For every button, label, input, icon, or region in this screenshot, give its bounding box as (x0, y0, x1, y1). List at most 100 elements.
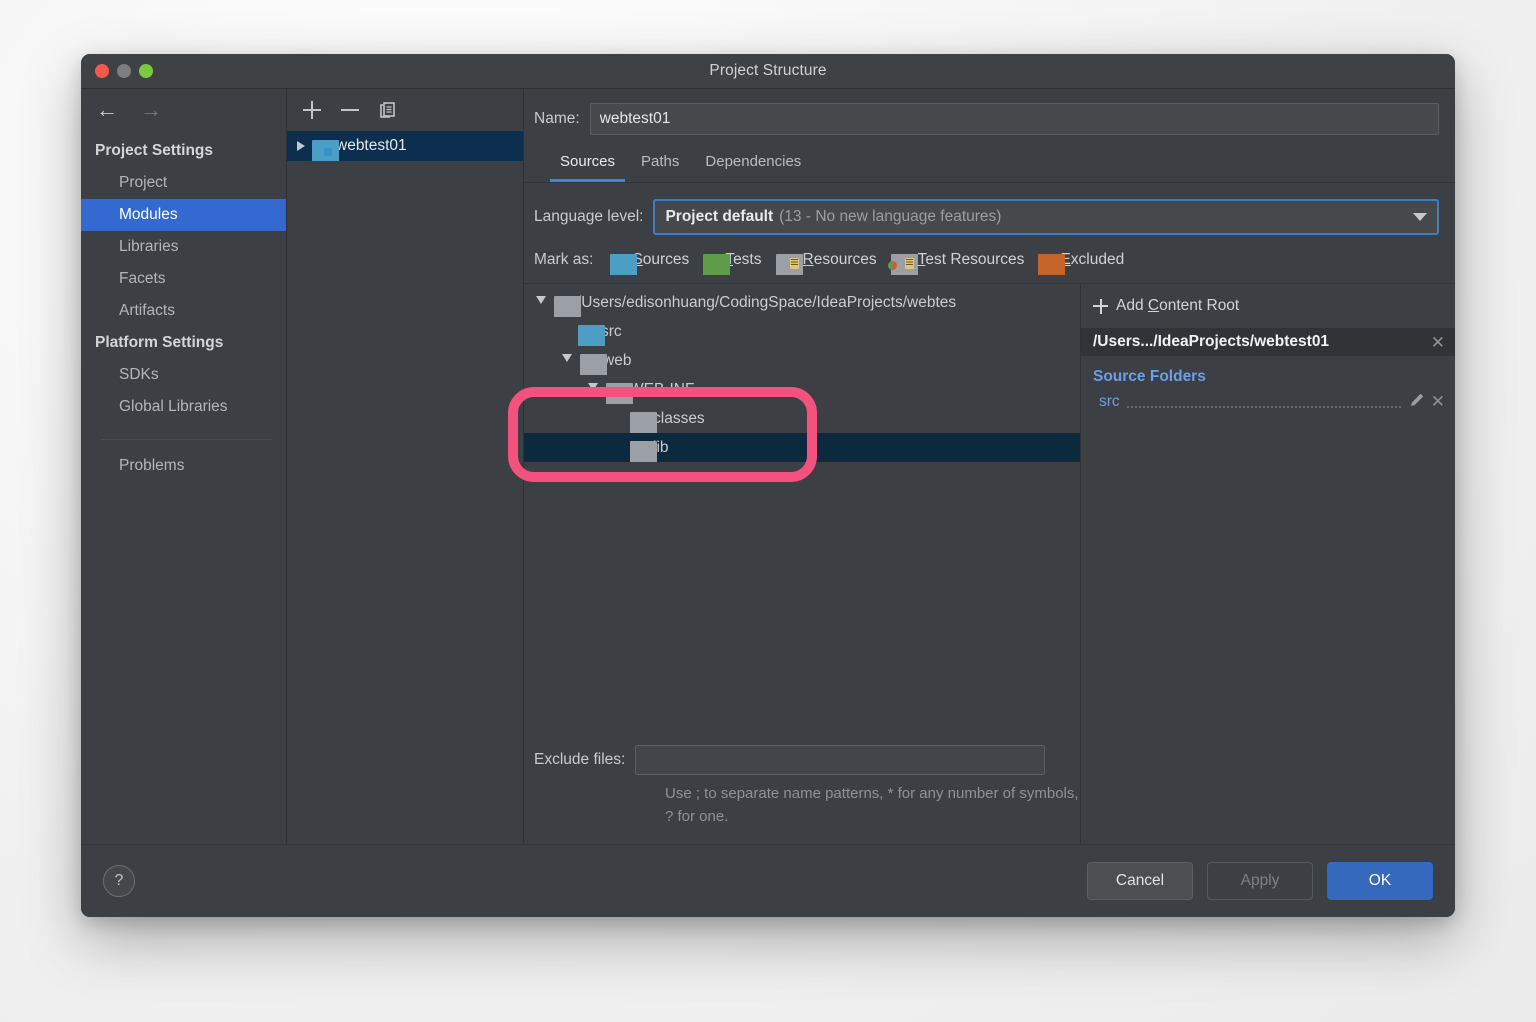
remove-module-icon[interactable] (341, 101, 359, 119)
cancel-button[interactable]: Cancel (1087, 862, 1193, 900)
folder-green-icon (703, 253, 731, 275)
mark-as-test-resources-button[interactable]: Test Resources (887, 251, 1025, 275)
dotted-leader (1126, 405, 1401, 408)
language-level-dropdown[interactable]: Project default (13 - No new language fe… (653, 199, 1439, 235)
tree-row-content-root[interactable]: /Users/edisonhuang/CodingSpace/IdeaProje… (524, 288, 1080, 317)
tree-row-classes[interactable]: classes (524, 404, 1080, 433)
tab-paths[interactable]: Paths (631, 147, 689, 182)
project-structure-dialog: Project Structure ← → Project Settings P… (81, 54, 1455, 917)
nav-arrows: ← → (81, 89, 286, 131)
dialog-buttons: Cancel Apply OK (1087, 862, 1433, 900)
mark-as-excluded-label: xcluded (1070, 251, 1125, 268)
sidebar-item-artifacts[interactable]: Artifacts (81, 295, 286, 327)
module-list-panel: webtest01 (287, 89, 524, 844)
exclude-files-hint: Use ; to separate name patterns, * for a… (665, 785, 1079, 825)
language-level-label: Language level: (534, 208, 644, 225)
content-root-path: /Users.../IdeaProjects/webtest01 (1093, 333, 1330, 350)
expand-triangle-icon[interactable] (297, 141, 305, 151)
source-folder-name: src (1099, 392, 1120, 410)
tree-row-web-inf[interactable]: WEB-INF (524, 375, 1080, 404)
add-content-root-prefix: Add (1116, 297, 1148, 314)
sidebar-item-modules[interactable]: Modules (81, 199, 286, 231)
language-level-detail: (13 - No new language features) (779, 208, 1002, 225)
mark-as-label: Mark as: (534, 251, 594, 268)
remove-source-folder-icon[interactable]: ✕ (1431, 393, 1445, 410)
settings-sidebar: ← → Project Settings Project Modules Lib… (81, 89, 287, 844)
apply-button[interactable]: Apply (1207, 862, 1313, 900)
module-editor-pane: Name: Sources Paths Dependencies Languag… (524, 89, 1455, 844)
sidebar-divider (101, 439, 272, 440)
add-content-root-rest: ontent Root (1159, 297, 1240, 314)
source-folders-title: Source Folders (1093, 368, 1206, 385)
module-tabs: Sources Paths Dependencies (524, 135, 1455, 183)
collapse-triangle-icon[interactable] (588, 383, 598, 396)
sidebar-group-platform-settings: Platform Settings (95, 334, 224, 351)
add-content-root-button[interactable]: Add Content Root (1081, 284, 1455, 328)
mark-as-resources-button[interactable]: Resources (775, 251, 877, 275)
sidebar-item-project[interactable]: Project (81, 167, 286, 199)
folder-gray-icon (554, 296, 581, 317)
module-list-toolbar (287, 89, 523, 131)
add-module-icon[interactable] (303, 101, 321, 119)
module-row-webtest01[interactable]: webtest01 (287, 131, 523, 161)
mark-as-tests-button[interactable]: Tests (703, 251, 762, 275)
mark-as-sources-button[interactable]: Sources (610, 251, 690, 275)
copy-module-icon[interactable] (379, 101, 397, 119)
folder-blue-icon (610, 253, 638, 275)
exclude-files-label: Exclude files: (534, 751, 626, 768)
tree-row-web[interactable]: web (524, 346, 1080, 375)
name-label: Name: (534, 110, 580, 127)
folder-gray-icon (630, 441, 657, 462)
mark-as-resources-label: esources (813, 251, 877, 268)
language-level-row: Language level: Project default (13 - No… (524, 183, 1455, 235)
window-title: Project Structure (709, 62, 827, 79)
add-content-root-mnemonic: C (1147, 297, 1160, 314)
folder-orange-icon (1038, 253, 1066, 275)
exclude-files-section: Exclude files: Use ; to separate name pa… (524, 745, 1080, 844)
mark-as-test-resources-label: est Resources (925, 251, 1025, 268)
content-root-header: /Users.../IdeaProjects/webtest01 ✕ (1081, 328, 1455, 356)
tree-row-label: classes (653, 409, 705, 427)
mark-as-row: Mark as: Sources Tests Resources (524, 235, 1455, 283)
folder-gray-icon (606, 383, 633, 404)
tree-row-lib[interactable]: lib (524, 433, 1080, 462)
sidebar-item-global-libraries[interactable]: Global Libraries (81, 391, 286, 423)
exclude-files-input[interactable] (635, 745, 1046, 775)
tree-row-src[interactable]: src (524, 317, 1080, 346)
arrow-right-icon[interactable]: → (140, 99, 162, 121)
sidebar-item-sdks[interactable]: SDKs (81, 359, 286, 391)
help-button[interactable]: ? (103, 865, 135, 897)
module-folder-icon (312, 139, 339, 161)
sidebar-group-project-settings: Project Settings (95, 142, 213, 159)
source-folder-row-src[interactable]: src ✕ (1081, 390, 1455, 413)
sidebar-item-libraries[interactable]: Libraries (81, 231, 286, 263)
module-name-input[interactable] (589, 103, 1439, 135)
arrow-left-icon[interactable]: ← (96, 99, 118, 121)
content-roots-panel: Add Content Root /Users.../IdeaProjects/… (1081, 284, 1455, 844)
folder-gray-icon (630, 412, 657, 433)
sidebar-item-problems[interactable]: Problems (81, 450, 286, 482)
mark-as-tests-label: ests (733, 251, 762, 268)
tab-sources[interactable]: Sources (550, 147, 626, 182)
content-tree: /Users/edisonhuang/CodingSpace/IdeaProje… (524, 284, 1080, 462)
remove-content-root-icon[interactable]: ✕ (1431, 334, 1445, 351)
folder-gray-icon (580, 354, 607, 375)
collapse-triangle-icon[interactable] (536, 296, 546, 309)
language-level-value: Project default (665, 208, 774, 225)
title-bar: Project Structure (81, 54, 1455, 89)
plus-icon (1093, 298, 1108, 314)
tab-dependencies[interactable]: Dependencies (695, 147, 811, 182)
dialog-footer: ? Cancel Apply OK (81, 844, 1455, 917)
collapse-triangle-icon[interactable] (562, 354, 572, 367)
folder-blue-icon (578, 325, 605, 346)
mark-as-resources-mnemonic: R (802, 251, 814, 268)
chevron-down-icon[interactable] (1413, 213, 1427, 221)
mark-as-sources-label: ources (642, 251, 690, 268)
ok-button[interactable]: OK (1327, 862, 1433, 900)
mark-as-excluded-button[interactable]: Excluded (1038, 251, 1125, 275)
tree-row-label: web (603, 351, 632, 369)
module-name-label: webtest01 (336, 137, 407, 154)
sidebar-item-facets[interactable]: Facets (81, 263, 286, 295)
tree-row-label: /Users/edisonhuang/CodingSpace/IdeaProje… (577, 293, 957, 311)
pencil-icon[interactable] (1409, 392, 1425, 411)
